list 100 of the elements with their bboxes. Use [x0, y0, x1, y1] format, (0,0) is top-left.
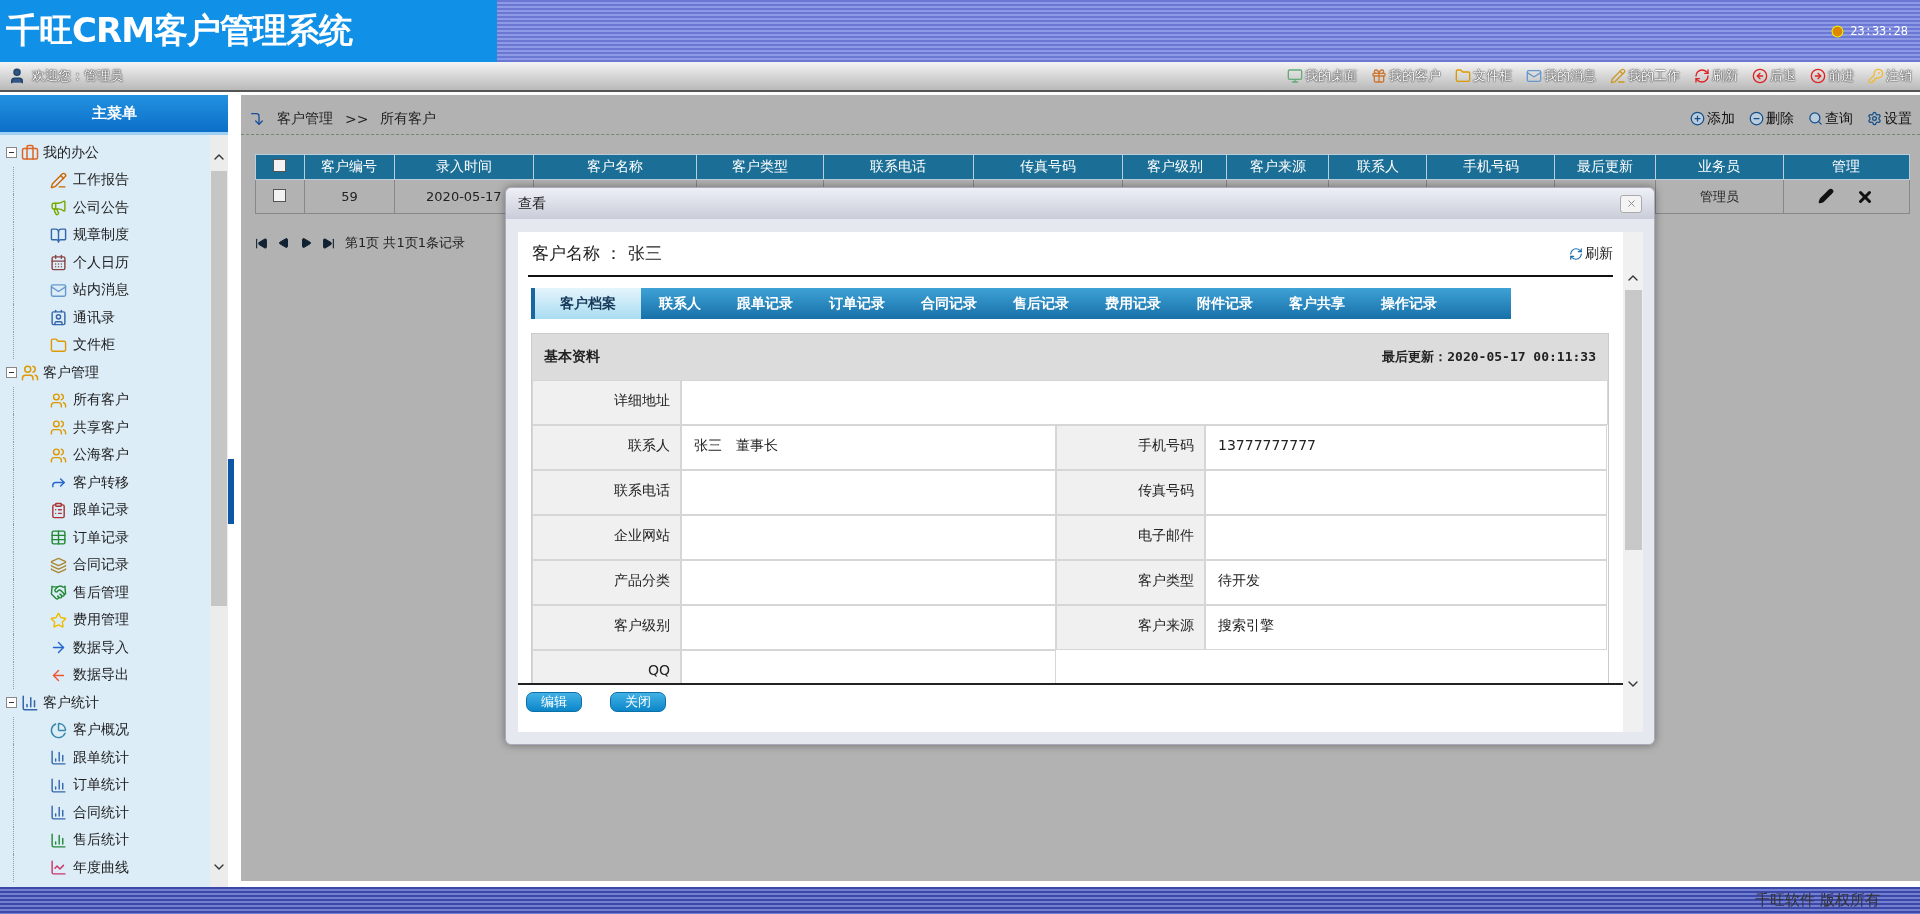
first-page-icon[interactable] — [255, 236, 268, 250]
column-header: 业务员 — [1655, 154, 1784, 180]
column-header: 客户级别 — [1122, 154, 1227, 180]
tab[interactable]: 客户档案 — [535, 288, 641, 319]
copyright-text: 千旺软件 版权所有 — [1755, 891, 1880, 910]
collapse-toggle[interactable] — [6, 147, 17, 159]
pager-text: 第1页 共1页1条记录 — [345, 234, 465, 252]
clock-icon — [1831, 24, 1845, 38]
mail-icon — [50, 281, 67, 299]
action-link[interactable]: 删除 — [1749, 109, 1794, 128]
field-label: 客户级别 — [532, 605, 681, 650]
users-icon — [21, 363, 39, 382]
column-header: 客户类型 — [696, 154, 824, 180]
field-label: 传真号码 — [1056, 470, 1205, 515]
users-icon — [50, 391, 67, 409]
tree-group-label[interactable]: 客户统计 — [43, 693, 99, 712]
toolbar-link[interactable]: 我的桌面 — [1287, 67, 1357, 85]
row-checkbox[interactable] — [273, 188, 287, 202]
previous-page-icon[interactable] — [278, 237, 290, 249]
table-icon — [50, 529, 67, 547]
last-page-icon[interactable] — [322, 236, 335, 250]
section-title: 基本资料 — [544, 348, 600, 366]
action-link[interactable]: 查询 — [1808, 109, 1853, 128]
tab[interactable]: 费用记录 — [1087, 288, 1179, 319]
field-label: 企业网站 — [532, 515, 681, 560]
column-header: 最后更新 — [1554, 154, 1656, 180]
folder-icon — [1455, 68, 1471, 84]
welcome-text: 欢迎您：管理员 — [32, 67, 123, 85]
tab[interactable]: 附件记录 — [1179, 288, 1271, 319]
bar-chart-icon — [21, 693, 39, 712]
refresh-icon — [1569, 246, 1583, 261]
pie-chart-icon — [50, 721, 67, 739]
users-icon — [50, 419, 67, 437]
refresh-link[interactable]: 刷新 — [1569, 244, 1613, 263]
edit-icon[interactable] — [1818, 187, 1835, 204]
last-updated: 最后更新：2020-05-17 00:11:33 — [1382, 348, 1596, 366]
toolbar-link[interactable]: 前进 — [1810, 67, 1854, 85]
column-header: 手机号码 — [1426, 154, 1555, 180]
clipboard-icon — [50, 501, 67, 519]
bar-chart-icon — [50, 749, 67, 767]
pencil-icon — [50, 171, 67, 189]
toolbar-link[interactable]: 文件柜 — [1455, 67, 1512, 85]
monitor-icon — [1287, 68, 1303, 84]
users-icon — [50, 446, 67, 464]
breadcrumb-item: 所有客户 — [380, 109, 437, 128]
column-header: 联系人 — [1328, 154, 1427, 180]
select-all-checkbox[interactable] — [273, 159, 287, 172]
field-value: 张三 董事长 — [681, 425, 1056, 470]
table-cell: 59 — [304, 179, 395, 214]
field-value: 13777777777 — [1205, 425, 1607, 470]
settings-icon — [1867, 111, 1882, 126]
sidebar-title: 主菜单 — [0, 95, 228, 135]
breadcrumb-item: >> — [345, 110, 369, 127]
close-button[interactable] — [1620, 194, 1642, 213]
tab[interactable]: 客户共享 — [1271, 288, 1363, 319]
toolbar-link[interactable]: 后退 — [1752, 67, 1796, 85]
column-header: 客户编号 — [304, 154, 395, 180]
tab[interactable]: 订单记录 — [811, 288, 903, 319]
tab[interactable]: 跟单记录 — [719, 288, 811, 319]
tab[interactable]: 联系人 — [641, 288, 719, 319]
column-header: 客户来源 — [1226, 154, 1329, 180]
line-chart-icon — [50, 859, 67, 877]
action-link[interactable]: 设置 — [1867, 109, 1912, 128]
toolbar-link[interactable]: 我的消息 — [1526, 67, 1596, 85]
collapse-handle[interactable] — [228, 458, 234, 524]
field-label: 客户类型 — [1056, 560, 1205, 605]
briefcase-icon — [21, 143, 39, 162]
star-icon — [50, 611, 67, 629]
toolbar-link[interactable]: 我的客户 — [1371, 67, 1441, 85]
tree-group-label[interactable]: 我的办公 — [43, 143, 99, 162]
column-header: 管理 — [1783, 154, 1910, 180]
bar-chart-icon — [50, 831, 67, 849]
collapse-toggle[interactable] — [6, 367, 17, 379]
field-label: 联系电话 — [532, 470, 681, 515]
corner-arrow-icon — [249, 110, 265, 127]
close-icon — [1625, 198, 1637, 209]
field-label: QQ — [532, 650, 681, 683]
scrollbar[interactable] — [210, 135, 228, 887]
tab[interactable]: 操作记录 — [1363, 288, 1455, 319]
field-label: 联系人 — [532, 425, 681, 470]
toolbar-link[interactable]: 刷新 — [1694, 67, 1738, 85]
tab[interactable]: 合同记录 — [903, 288, 995, 319]
minus-icon — [1749, 111, 1764, 126]
plus-icon — [1690, 111, 1705, 126]
forward-icon — [1810, 68, 1826, 84]
column-header: 客户名称 — [533, 154, 697, 180]
tree-group-label[interactable]: 客户管理 — [43, 363, 99, 382]
scrollbar[interactable] — [1623, 232, 1643, 732]
toolbar-link[interactable]: 注销 — [1868, 67, 1912, 85]
tab[interactable]: 售后记录 — [995, 288, 1087, 319]
contact-card-icon — [50, 309, 67, 327]
back-icon — [1752, 68, 1768, 84]
collapse-toggle[interactable] — [6, 697, 17, 709]
next-page-icon[interactable] — [300, 237, 312, 249]
action-link[interactable]: 添加 — [1690, 109, 1735, 128]
book-icon — [50, 226, 67, 244]
column-header: 联系电话 — [823, 154, 973, 180]
user-icon — [8, 67, 26, 85]
field-label: 详细地址 — [532, 380, 681, 425]
toolbar-link[interactable]: 我的工作 — [1610, 67, 1680, 85]
